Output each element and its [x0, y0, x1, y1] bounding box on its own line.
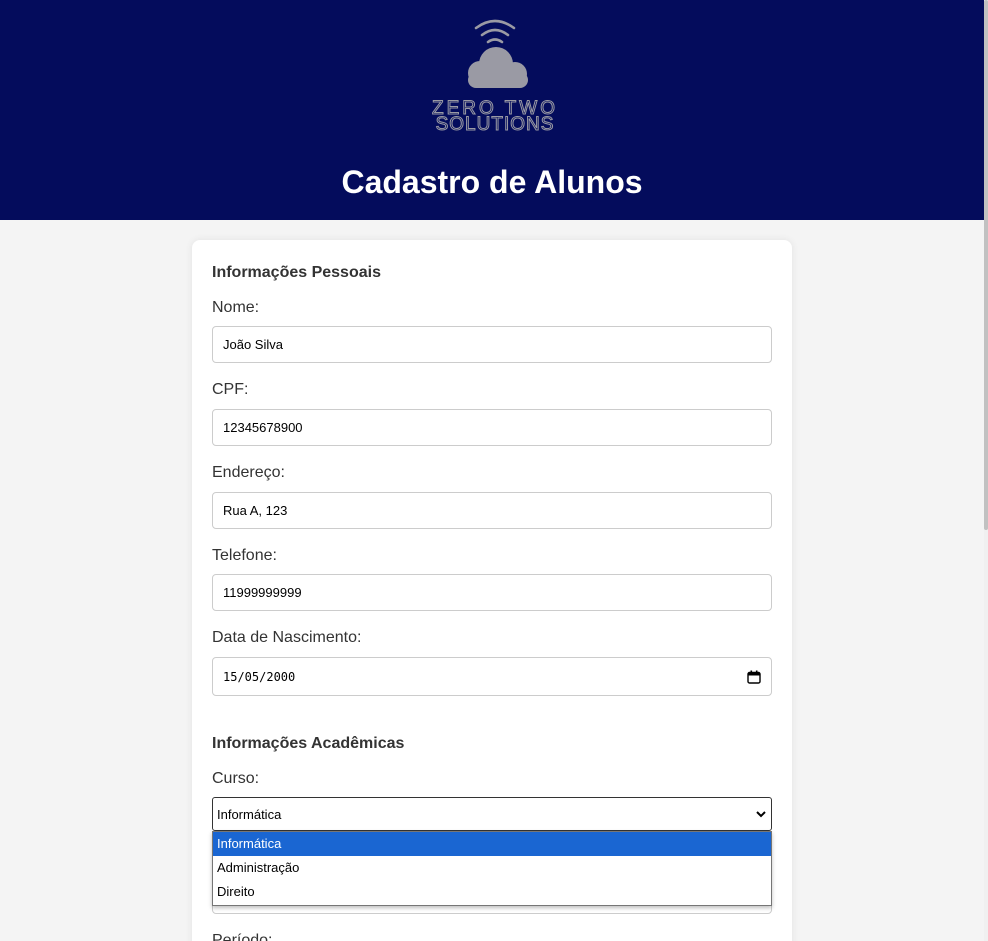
zero-two-solutions-logo: ZERO TWO SOLUTIONS	[431, 19, 556, 134]
nome-value: João Silva	[223, 337, 283, 352]
page-header: ZERO TWO SOLUTIONS Cadastro de Alunos	[0, 0, 984, 220]
wifi-icon	[474, 19, 516, 44]
nascimento-value: 15/05/2000	[223, 669, 296, 684]
scrollbar-thumb[interactable]	[984, 0, 988, 530]
endereco-value: Rua A, 123	[223, 503, 288, 518]
nascimento-date-input[interactable]: 15/05/2000	[212, 657, 772, 696]
chevron-down-icon	[756, 811, 766, 818]
cpf-input[interactable]: 12345678900	[212, 409, 772, 446]
curso-option-informatica[interactable]: Informática	[213, 832, 771, 856]
telefone-label: Telefone:	[212, 547, 277, 564]
periodo-label: Período:	[212, 932, 273, 941]
page-title: Cadastro de Alunos	[341, 164, 643, 200]
telefone-value: 11999999999	[223, 585, 302, 600]
curso-select[interactable]: Informática	[212, 797, 772, 831]
curso-option-direito[interactable]: Direito	[213, 880, 771, 904]
endereco-label: Endereço:	[212, 464, 285, 481]
calendar-icon[interactable]	[747, 670, 761, 684]
cpf-value: 12345678900	[223, 420, 303, 435]
curso-option-administracao[interactable]: Administração	[213, 856, 771, 880]
nome-input[interactable]: João Silva	[212, 326, 772, 363]
section-title-academic: Informações Acadêmicas	[212, 735, 405, 752]
cloud-icon	[468, 47, 528, 88]
section-title-personal: Informações Pessoais	[212, 264, 381, 281]
curso-dropdown-list[interactable]: Informática Administração Direito	[212, 831, 772, 906]
brand-line-2: SOLUTIONS	[436, 114, 555, 134]
cpf-label: CPF:	[212, 381, 249, 398]
curso-selected-value: Informática	[217, 806, 282, 822]
nome-label: Nome:	[212, 299, 260, 316]
curso-label: Curso:	[212, 770, 260, 787]
endereco-input[interactable]: Rua A, 123	[212, 492, 772, 529]
nascimento-label: Data de Nascimento:	[212, 629, 362, 646]
telefone-input[interactable]: 11999999999	[212, 574, 772, 611]
